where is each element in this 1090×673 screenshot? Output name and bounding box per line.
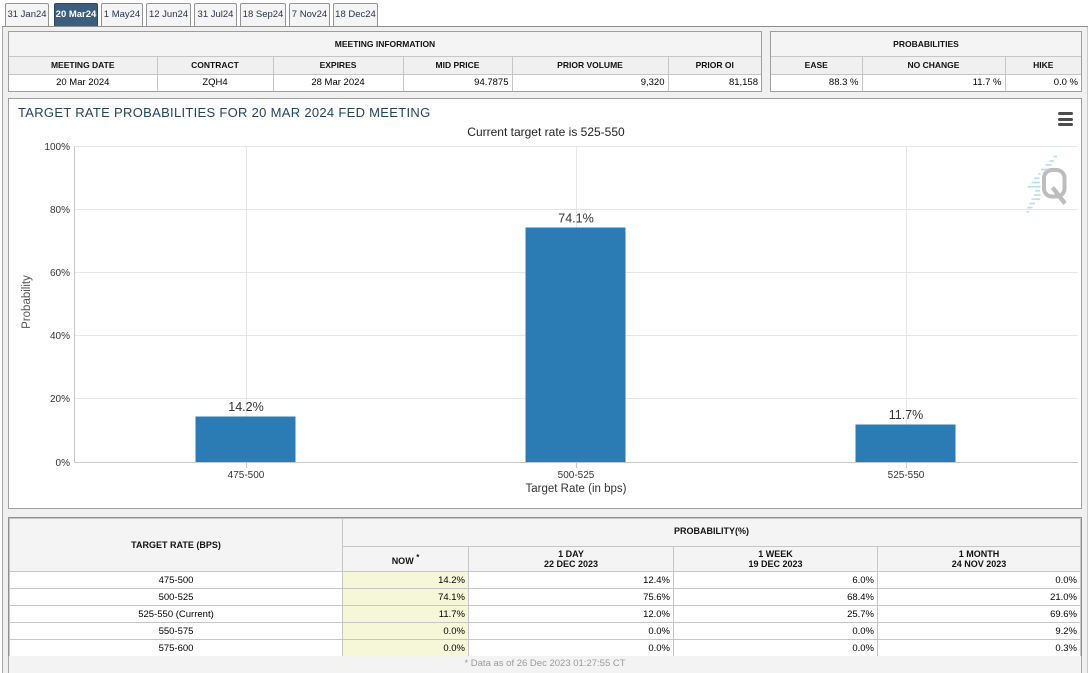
- svg-text:80%: 80%: [50, 205, 70, 216]
- svg-text:0%: 0%: [56, 458, 71, 469]
- svg-text:500-525: 500-525: [558, 470, 595, 481]
- svg-text:60%: 60%: [50, 268, 70, 279]
- svg-text:Target Rate (in bps): Target Rate (in bps): [526, 483, 627, 495]
- svg-text:11.7%: 11.7%: [889, 408, 924, 422]
- svg-text:14.2%: 14.2%: [228, 400, 263, 414]
- svg-text:20%: 20%: [50, 394, 70, 405]
- svg-text:74.1%: 74.1%: [558, 211, 593, 225]
- svg-text:525-550: 525-550: [888, 470, 925, 481]
- svg-text:Probability: Probability: [21, 275, 33, 329]
- svg-text:475-500: 475-500: [228, 470, 265, 481]
- svg-text:40%: 40%: [50, 331, 70, 342]
- svg-text:100%: 100%: [44, 142, 70, 153]
